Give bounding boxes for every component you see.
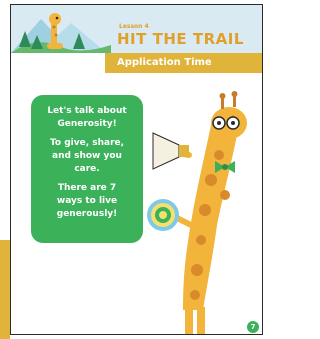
section-banner-label: Application Time	[117, 57, 212, 68]
section-banner: Application Time	[105, 53, 262, 73]
card-line: and show you	[52, 151, 122, 161]
card-line: Generosity!	[57, 119, 117, 129]
discussion-card: Let's talk about Generosity! To give, sh…	[31, 95, 143, 243]
header-landscape-icon	[11, 13, 111, 53]
card-line: To give, share,	[49, 138, 125, 148]
pompom-icon	[147, 199, 179, 231]
card-line: Let's talk about	[47, 106, 127, 116]
lesson-title: HIT THE TRAIL	[117, 30, 244, 48]
lesson-header: Lesson 4 HIT THE TRAIL	[11, 5, 262, 53]
lesson-number: Lesson 4	[119, 23, 149, 30]
side-accent-strip	[0, 240, 10, 339]
card-line: ways to live	[56, 196, 118, 206]
giraffe-mascot-icon	[147, 91, 247, 334]
workbook-page: Lesson 4 HIT THE TRAIL Application Time …	[10, 4, 263, 335]
page-number: 7	[247, 321, 259, 333]
card-line: generously!	[56, 209, 118, 219]
card-line: There are 7	[57, 183, 117, 193]
card-line: care.	[74, 164, 100, 174]
